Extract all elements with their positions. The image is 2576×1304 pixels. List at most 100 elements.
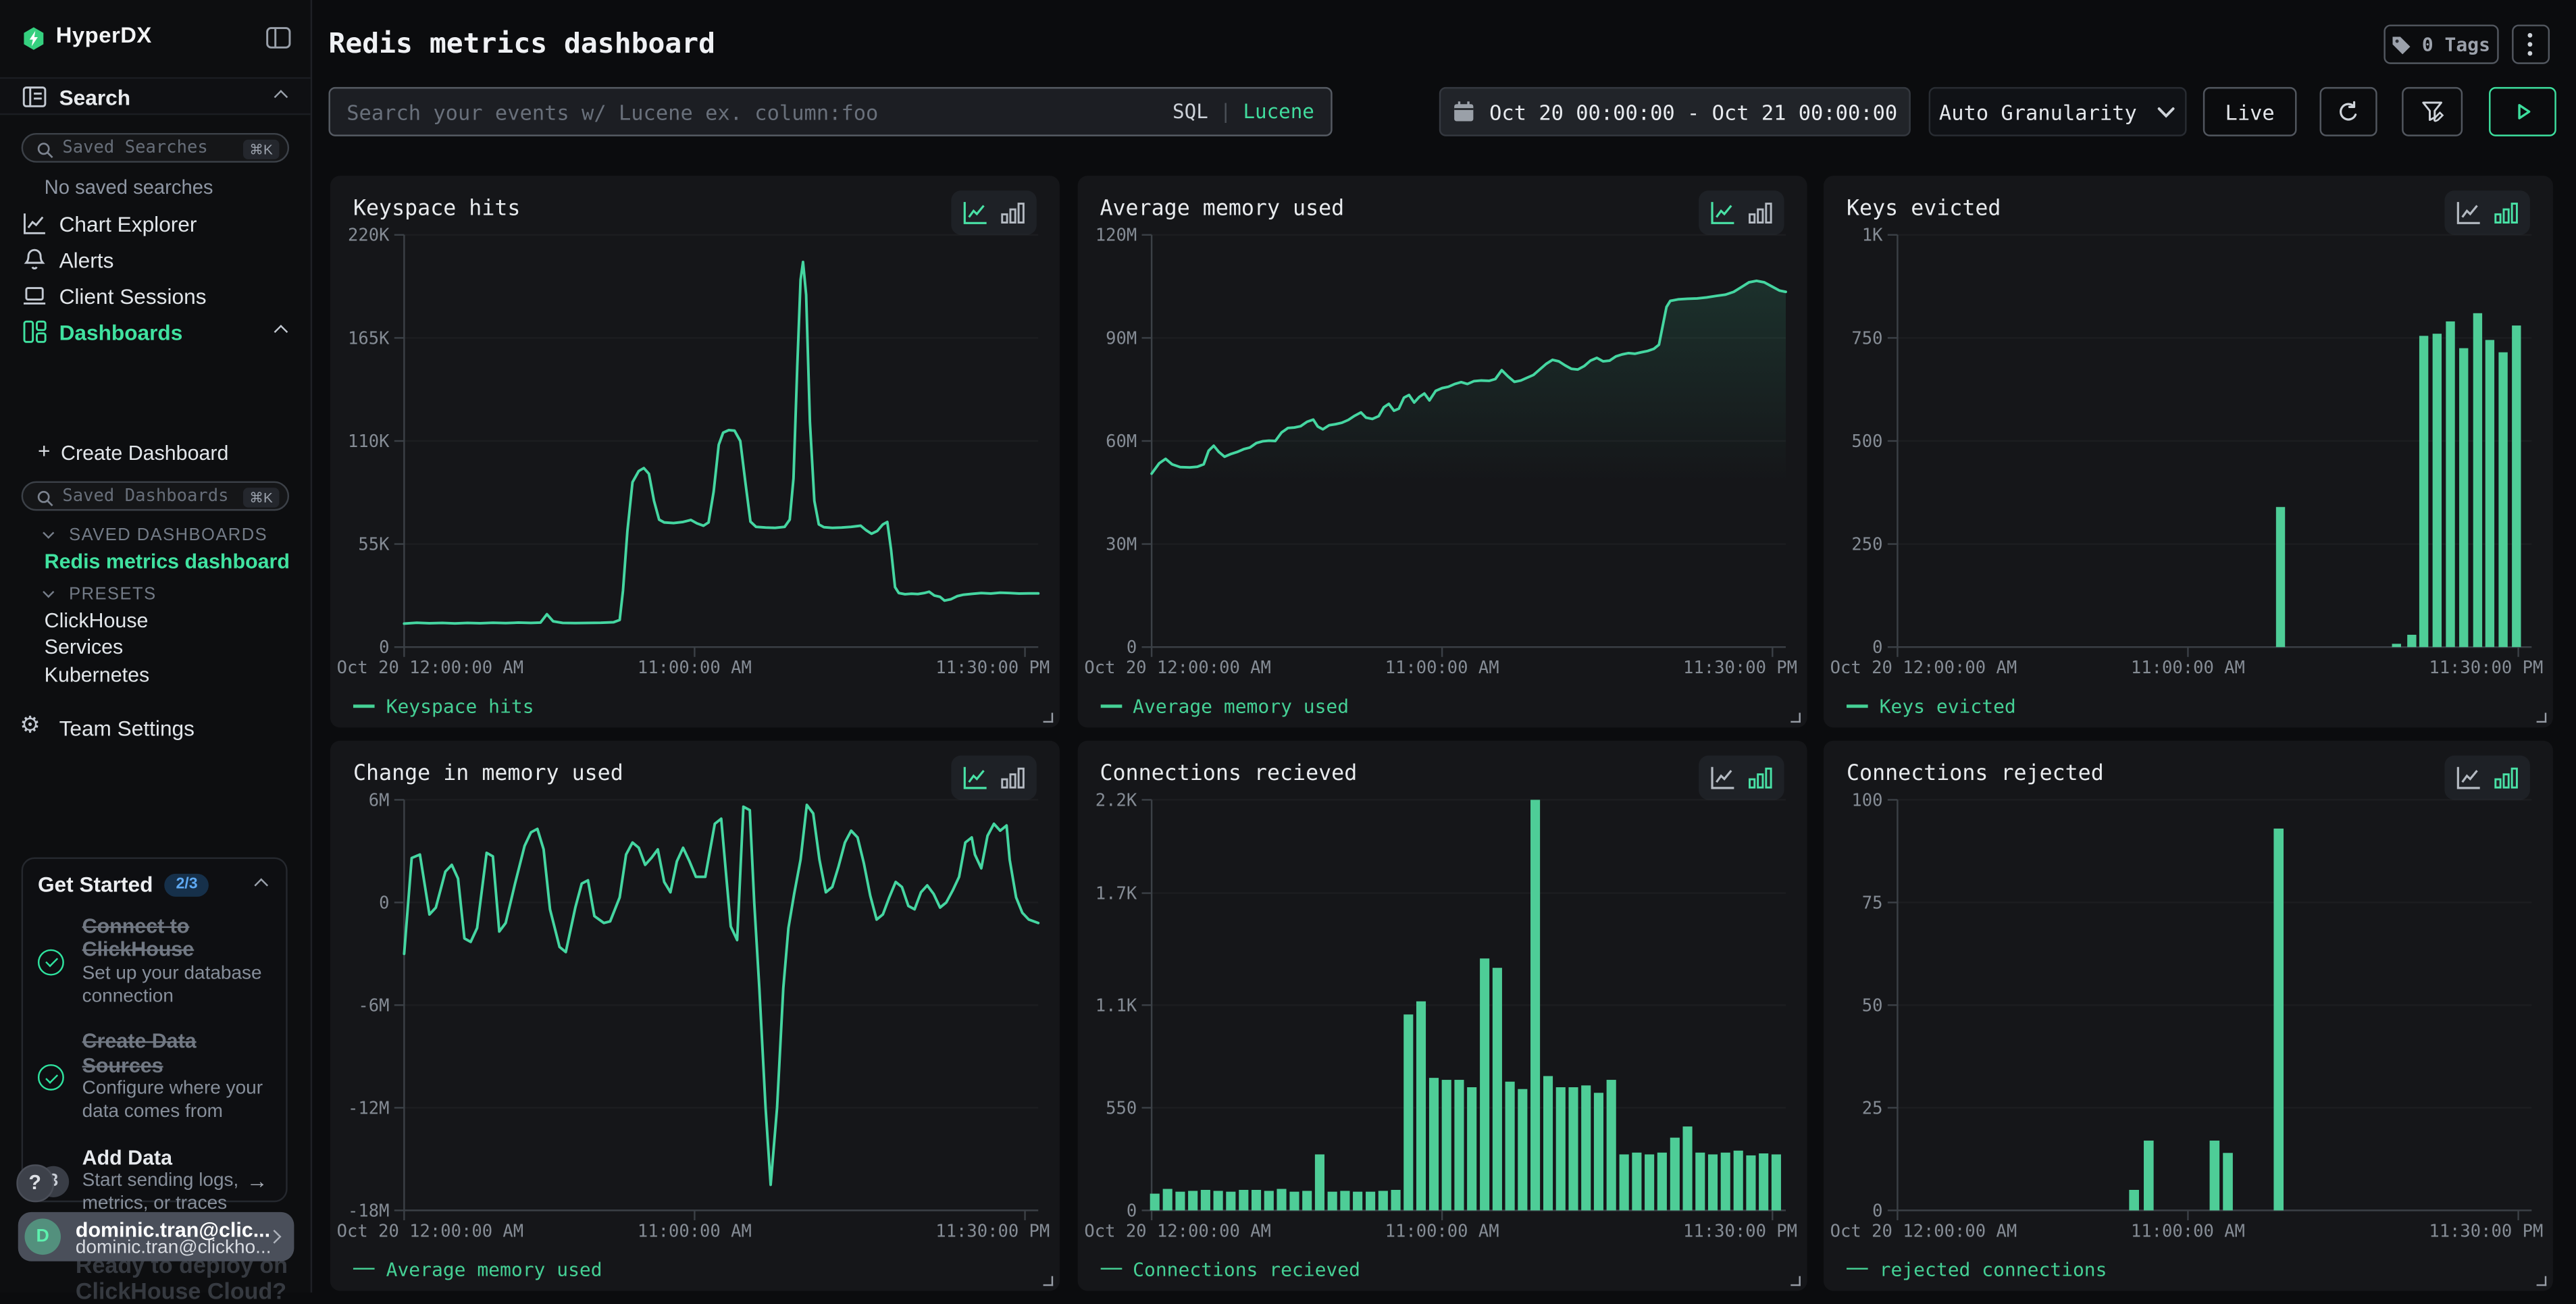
filter-button[interactable] xyxy=(2402,87,2463,136)
user-menu[interactable]: D dominic.tran@clic... dominic.tran@clic… xyxy=(18,1212,294,1261)
chart-legend[interactable]: Average memory used xyxy=(1100,695,1349,718)
svg-text:500: 500 xyxy=(1851,432,1882,452)
resize-handle[interactable] xyxy=(2537,1275,2547,1285)
arrow-right-icon: → xyxy=(247,1169,268,1193)
svg-text:0: 0 xyxy=(379,637,389,658)
sidebar-item-alerts[interactable]: Alerts xyxy=(0,241,311,278)
chart-legend[interactable]: Keys evicted xyxy=(1847,695,2016,718)
query-language-toggle: SQL | Lucene xyxy=(1173,99,1314,122)
get-started-step-3[interactable]: 3 Add Data Start sending logs, metrics, … xyxy=(38,1146,271,1217)
svg-text:550: 550 xyxy=(1105,1097,1136,1118)
chart-card: Keyspace hits055K110K165K220KOct 20 12:0… xyxy=(330,176,1060,727)
sidebar-collapse-icon[interactable] xyxy=(266,26,290,49)
svg-text:Oct 20 12:00:00 AM: Oct 20 12:00:00 AM xyxy=(1830,658,2017,678)
legend-label: Keyspace hits xyxy=(386,695,534,718)
tags-button[interactable]: 0 Tags xyxy=(2383,24,2498,63)
resize-handle[interactable] xyxy=(2537,712,2547,723)
svg-text:1K: 1K xyxy=(1862,226,1883,246)
tags-label: 0 Tags xyxy=(2422,33,2490,56)
chart-legend[interactable]: Keyspace hits xyxy=(353,695,534,718)
get-started-step-2[interactable]: Create Data Sources Configure where your… xyxy=(38,1031,271,1124)
step-desc: Start sending logs, metrics, or traces xyxy=(82,1171,249,1216)
laptop-icon xyxy=(22,283,48,309)
svg-text:25: 25 xyxy=(1862,1097,1883,1118)
svg-text:-12M: -12M xyxy=(348,1097,389,1118)
chart-plot: -18M-12M-6M06MOct 20 12:00:00 AM11:00:00… xyxy=(330,740,1060,1290)
chart-legend[interactable]: rejected connections xyxy=(1847,1257,2107,1280)
legend-label: Average memory used xyxy=(1133,695,1349,718)
svg-text:50: 50 xyxy=(1862,995,1883,1015)
sidebar-search-label: Search xyxy=(59,85,131,109)
resize-handle[interactable] xyxy=(1044,1275,1054,1285)
sidebar-item-clickhouse[interactable]: ClickHouse xyxy=(45,609,149,632)
presets-header-label: PRESETS xyxy=(69,585,156,604)
saved-dashboards-input[interactable]: ⌘K xyxy=(22,481,289,511)
chevron-up-icon[interactable] xyxy=(254,877,268,891)
get-started-step-1[interactable]: Connect to ClickHouse Set up your databa… xyxy=(38,915,271,1009)
sidebar-section-search[interactable]: Search xyxy=(0,77,311,115)
teaser-line-2: ClickHouse Cloud? xyxy=(76,1278,286,1304)
svg-text:0: 0 xyxy=(1126,637,1136,658)
chart-explorer-icon xyxy=(22,209,48,236)
event-search-box[interactable]: SQL | Lucene xyxy=(328,87,1332,136)
sidebar-item-dashboards[interactable]: Dashboards xyxy=(0,314,311,350)
chart-card: Connections rejected0255075100Oct 20 12:… xyxy=(1824,740,2553,1290)
run-query-button[interactable] xyxy=(2489,87,2556,136)
saved-dashboards-field[interactable] xyxy=(62,483,234,509)
legend-marker xyxy=(1847,1268,1868,1270)
svg-text:-18M: -18M xyxy=(348,1200,389,1220)
presets-header[interactable]: PRESETS xyxy=(0,583,311,604)
granularity-dropdown[interactable]: Auto Granularity xyxy=(1928,87,2186,136)
sidebar-item-redis-dashboard[interactable]: Redis metrics dashboard xyxy=(45,550,290,573)
saved-searches-field[interactable] xyxy=(62,134,234,161)
kebab-icon xyxy=(2527,31,2533,57)
search-section-icon xyxy=(22,84,48,110)
svg-text:1.7K: 1.7K xyxy=(1095,883,1137,903)
svg-text:Oct 20 12:00:00 AM: Oct 20 12:00:00 AM xyxy=(1083,1220,1270,1241)
sidebar-item-kubernetes[interactable]: Kubernetes xyxy=(45,663,150,686)
step-title: Add Data xyxy=(82,1146,249,1170)
search-icon xyxy=(36,140,55,159)
sidebar-item-client-sessions[interactable]: Client Sessions xyxy=(0,278,311,314)
refresh-button[interactable] xyxy=(2320,87,2377,136)
event-search-input[interactable] xyxy=(346,88,1118,134)
legend-label: Average memory used xyxy=(386,1257,602,1280)
svg-text:90M: 90M xyxy=(1105,328,1136,348)
sql-toggle[interactable]: SQL xyxy=(1173,99,1208,122)
chart-legend[interactable]: Average memory used xyxy=(353,1257,602,1280)
chart-card: Keys evicted02505007501KOct 20 12:00:00 … xyxy=(1824,176,2553,727)
svg-text:0: 0 xyxy=(379,892,389,912)
svg-text:Oct 20 12:00:00 AM: Oct 20 12:00:00 AM xyxy=(1083,658,1270,678)
saved-searches-input[interactable]: ⌘K xyxy=(22,133,289,163)
svg-text:250: 250 xyxy=(1851,535,1882,555)
brand-row: HyperDX xyxy=(0,0,311,77)
dashboards-icon xyxy=(22,319,48,346)
saved-dashboards-header[interactable]: SAVED DASHBOARDS xyxy=(0,524,311,546)
svg-text:750: 750 xyxy=(1851,328,1882,348)
more-options-button[interactable] xyxy=(2511,24,2549,63)
hyperdx-logo-icon xyxy=(22,26,46,51)
live-button[interactable]: Live xyxy=(2203,87,2297,136)
create-dashboard-button[interactable]: + Create Dashboard xyxy=(0,435,311,469)
date-range-label: Oct 20 00:00:00 - Oct 21 00:00:00 xyxy=(1489,99,1897,124)
svg-text:0: 0 xyxy=(1126,1200,1136,1220)
sidebar-item-team-settings[interactable]: ⚙ Team Settings xyxy=(0,710,311,746)
resize-handle[interactable] xyxy=(1790,712,1800,723)
svg-text:11:00:00 AM: 11:00:00 AM xyxy=(638,658,752,678)
gear-icon: ⚙ xyxy=(20,712,41,739)
date-range-picker[interactable]: Oct 20 00:00:00 - Oct 21 00:00:00 xyxy=(1439,87,1911,136)
sidebar-item-services[interactable]: Services xyxy=(45,636,124,659)
sidebar-item-label: Chart Explorer xyxy=(59,211,197,236)
shortcut-badge: ⌘K xyxy=(243,139,280,159)
svg-text:60M: 60M xyxy=(1105,432,1136,452)
help-button[interactable]: ? xyxy=(16,1164,53,1201)
sidebar-item-chart-explorer[interactable]: Chart Explorer xyxy=(0,205,311,241)
resize-handle[interactable] xyxy=(1790,1275,1800,1285)
resize-handle[interactable] xyxy=(1044,712,1054,723)
chart-legend[interactable]: Connections recieved xyxy=(1100,1257,1360,1280)
chart-card: Average memory used030M60M90M120MOct 20 … xyxy=(1077,176,1806,727)
svg-text:220K: 220K xyxy=(348,226,390,246)
lucene-toggle[interactable]: Lucene xyxy=(1243,99,1314,122)
step-desc: Set up your database connection xyxy=(82,964,272,1009)
chevron-down-icon xyxy=(43,527,54,539)
